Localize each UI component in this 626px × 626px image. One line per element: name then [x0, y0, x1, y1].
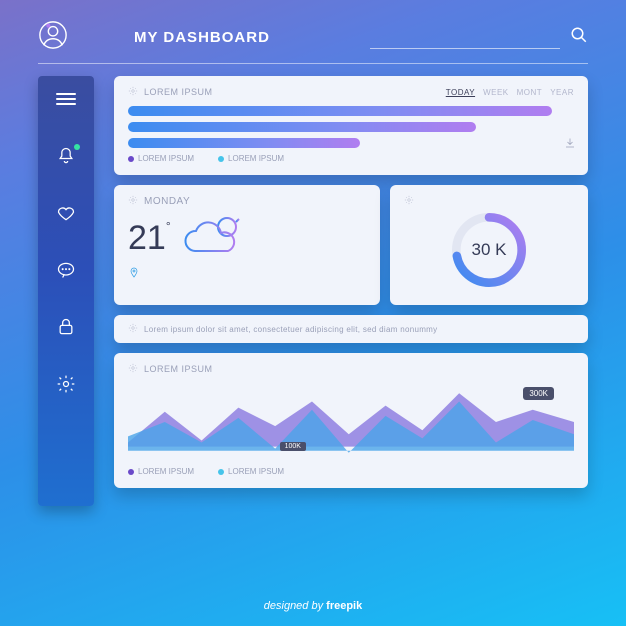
bar-chart-card: LOREM IPSUM TODAY WEEK MONT YEAR LOREM I…: [114, 76, 588, 175]
card-settings-icon[interactable]: [128, 363, 138, 375]
bar-chart: [128, 106, 574, 148]
weather-icon: [181, 211, 251, 266]
footer-prefix: designed by: [264, 600, 326, 612]
footer-brand: freepik: [326, 600, 362, 612]
temp-unit: °: [166, 219, 171, 233]
legend-item: LOREM IPSUM: [218, 154, 284, 163]
page-title: MY DASHBOARD: [134, 29, 270, 46]
search-input[interactable]: [370, 27, 560, 49]
weather-day-label: MONDAY: [144, 196, 190, 207]
chart-tooltip: 100K: [280, 442, 306, 451]
bell-icon: [56, 146, 76, 166]
range-tab-today[interactable]: TODAY: [446, 88, 475, 97]
footer-credit: designed by freepik: [0, 600, 626, 612]
kpi-value: 30 K: [446, 207, 532, 293]
location-pin-icon[interactable]: [128, 267, 140, 284]
area-card-title: LOREM IPSUM: [144, 364, 213, 374]
sidebar-item-security[interactable]: [38, 317, 94, 342]
avatar-icon[interactable]: [38, 20, 68, 55]
range-tabs: TODAY WEEK MONT YEAR: [446, 88, 574, 97]
bar-legend: LOREM IPSUM LOREM IPSUM: [128, 154, 574, 163]
sidebar-item-settings[interactable]: [38, 374, 94, 399]
legend-item: LOREM IPSUM: [128, 154, 194, 163]
weather-card: MONDAY 21°: [114, 185, 380, 305]
search-icon[interactable]: [570, 26, 588, 49]
gear-icon: [56, 374, 76, 394]
lock-icon: [56, 317, 76, 337]
temperature-value: 21°: [128, 219, 171, 258]
legend-item: LOREM IPSUM: [218, 467, 284, 476]
temp-number: 21: [128, 219, 166, 257]
text-card: Lorem ipsum dolor sit amet, consectetuer…: [114, 315, 588, 343]
card-settings-icon[interactable]: [128, 195, 138, 207]
heart-icon: [56, 203, 76, 223]
bar-row: [128, 122, 476, 132]
area-chart-card: LOREM IPSUM 300K 100K LOREM IPSUM LOREM …: [114, 353, 588, 488]
bar-row: [128, 106, 552, 116]
legend-item: LOREM IPSUM: [128, 467, 194, 476]
chat-icon: [56, 260, 76, 280]
card-settings-icon[interactable]: [404, 195, 414, 207]
notification-dot: [74, 144, 80, 150]
bar-row: [128, 138, 360, 148]
range-tab-month[interactable]: MONT: [517, 88, 543, 97]
chart-tooltip: 300K: [523, 387, 554, 400]
area-chart: 300K 100K: [128, 381, 574, 463]
hamburger-menu-button[interactable]: [56, 90, 76, 108]
sidebar-item-favorites[interactable]: [38, 203, 94, 228]
card-settings-icon[interactable]: [128, 323, 138, 335]
download-icon[interactable]: [564, 136, 576, 154]
sidebar: [38, 76, 94, 506]
range-tab-week[interactable]: WEEK: [483, 88, 509, 97]
text-card-body: Lorem ipsum dolor sit amet, consectetuer…: [144, 325, 437, 334]
kpi-donut: 30 K: [446, 207, 532, 293]
sidebar-item-chat[interactable]: [38, 260, 94, 285]
range-tab-year[interactable]: YEAR: [550, 88, 574, 97]
card-settings-icon[interactable]: [128, 86, 138, 98]
bar-card-title: LOREM IPSUM: [144, 87, 213, 97]
sidebar-item-notifications[interactable]: [38, 146, 94, 171]
area-legend: LOREM IPSUM LOREM IPSUM: [128, 467, 574, 476]
kpi-card: 30 K: [390, 185, 588, 305]
